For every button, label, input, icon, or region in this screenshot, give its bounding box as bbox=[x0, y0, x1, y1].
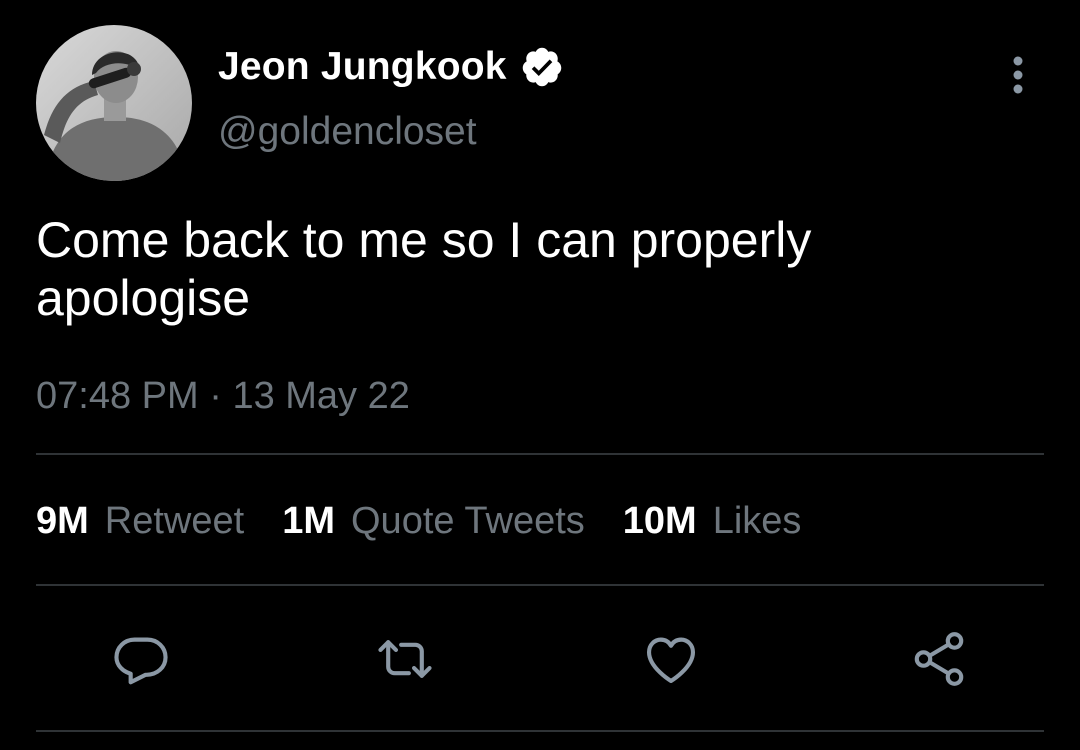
more-vertical-icon bbox=[1013, 56, 1023, 94]
verified-badge-icon bbox=[522, 47, 561, 87]
action-bar bbox=[0, 628, 1080, 690]
retweet-button[interactable] bbox=[374, 628, 436, 690]
like-button[interactable] bbox=[640, 628, 702, 690]
stat-label: Likes bbox=[712, 500, 802, 542]
author-name-row: Jeon Jungkook bbox=[218, 44, 564, 90]
display-name[interactable]: Jeon Jungkook bbox=[218, 45, 507, 89]
stat-label: Quote Tweets bbox=[351, 500, 585, 542]
stat-count: 1M bbox=[282, 500, 335, 542]
avatar-photo bbox=[36, 25, 192, 181]
avatar[interactable] bbox=[36, 25, 192, 181]
likes-count[interactable]: 10M Likes bbox=[623, 500, 802, 543]
tweet-date: 13 May 22 bbox=[232, 375, 410, 417]
meta-separator: · bbox=[209, 375, 222, 417]
divider bbox=[36, 730, 1044, 732]
tweet-timestamp[interactable]: 07:48 PM · 13 May 22 bbox=[36, 375, 410, 418]
stat-count: 9M bbox=[36, 500, 89, 542]
share-icon bbox=[914, 632, 964, 686]
quote-tweets-count[interactable]: 1M Quote Tweets bbox=[282, 500, 585, 543]
more-options-button[interactable] bbox=[998, 55, 1038, 97]
tweet-text: Come back to me so I can properly apolog… bbox=[36, 212, 812, 326]
author-handle[interactable]: @goldencloset bbox=[218, 110, 477, 154]
stat-label: Retweet bbox=[104, 500, 245, 542]
like-icon bbox=[646, 637, 696, 684]
retweet-icon bbox=[378, 640, 432, 678]
divider bbox=[36, 584, 1044, 586]
stat-count: 10M bbox=[622, 500, 697, 542]
reply-button[interactable] bbox=[110, 628, 172, 690]
retweet-count[interactable]: 9M Retweet bbox=[36, 500, 244, 543]
tweet-time: 07:48 PM bbox=[36, 375, 199, 417]
tweet-stats: 9M Retweet 1M Quote Tweets 10M Likes bbox=[36, 500, 839, 543]
divider bbox=[36, 453, 1044, 455]
reply-icon bbox=[114, 637, 168, 685]
share-button[interactable] bbox=[908, 628, 970, 690]
